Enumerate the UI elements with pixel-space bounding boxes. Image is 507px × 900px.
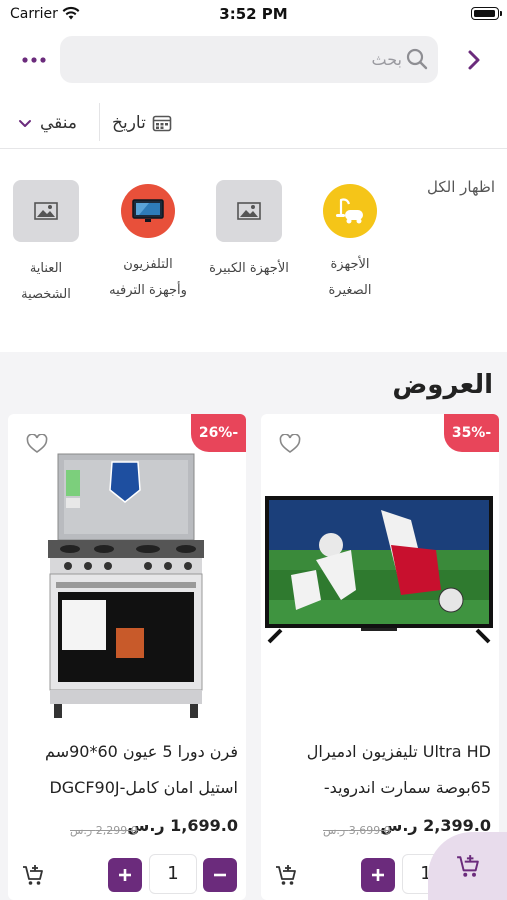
product-old-price: 2,299.0 ر.س: [70, 824, 138, 837]
category-large-appliances[interactable]: الأجهزة الكبيرة: [209, 180, 289, 282]
product-price: 1,699.0 ر.س: [127, 816, 238, 835]
header-divider: [0, 148, 507, 149]
product-image-oven: [48, 453, 204, 718]
sort-dropdown[interactable]: منقي: [18, 110, 77, 136]
product-name: Ultra HD تليفزيون ادميرال 65بوصة سمارت ا…: [306, 742, 491, 797]
plus-icon: [119, 869, 131, 881]
increase-quantity-button[interactable]: [108, 858, 142, 892]
chevron-right-icon: [468, 50, 480, 70]
battery-icon: [471, 7, 502, 20]
offers-title: العروض: [392, 370, 493, 400]
category-label: الأجهزة الصغيرة: [328, 257, 372, 298]
chevron-down-icon: [19, 119, 31, 127]
image-placeholder-icon: [216, 180, 282, 242]
product-old-price: 3,699.0 ر.س: [323, 824, 391, 837]
product-name: فرن دورا 5 عيون 60*90سم استيل امان كامل-…: [45, 742, 238, 797]
tv-icon: [121, 184, 175, 238]
clock: 3:52 PM: [219, 5, 288, 23]
product-card[interactable]: 35%- Ultra HD تليفزيون ادميرال 65بوصة سم…: [261, 414, 499, 900]
date-filter-button[interactable]: تاريخ: [112, 110, 172, 136]
add-to-cart-icon[interactable]: [275, 864, 297, 890]
filter-divider: [99, 103, 100, 141]
vacuum-cleaner-icon: [323, 184, 377, 238]
discount-badge: 26%-: [191, 414, 246, 452]
minus-icon: [214, 873, 226, 877]
search-icon: [406, 48, 428, 74]
product-card[interactable]: 26%- فرن دورا 5 عيون 60*90سم استيل امان …: [8, 414, 246, 900]
back-button[interactable]: [460, 46, 488, 74]
search-input[interactable]: بحث: [60, 36, 438, 83]
more-options-button[interactable]: [20, 48, 48, 72]
category-tv-entertainment[interactable]: التلفزيون وأجهزة الترفيه: [108, 180, 188, 304]
date-filter-label: تاريخ: [112, 113, 146, 133]
plus-icon: [372, 869, 384, 881]
status-bar: Carrier 3:52 PM: [0, 0, 507, 28]
category-personal-care[interactable]: العناية الشخصية: [6, 180, 86, 308]
category-small-appliances[interactable]: الأجهزة الصغيرة: [310, 180, 390, 304]
quantity-input[interactable]: 1: [149, 854, 197, 894]
more-dots-icon: [22, 57, 46, 63]
show-all-link[interactable]: اظهار الكل: [427, 178, 495, 196]
category-label: العناية الشخصية: [21, 261, 71, 302]
category-label: الأجهزة الكبيرة: [209, 261, 289, 276]
category-label: التلفزيون وأجهزة الترفيه: [109, 257, 187, 298]
calendar-icon: [152, 115, 172, 132]
search-placeholder: بحث: [371, 50, 403, 69]
add-to-cart-icon[interactable]: [22, 864, 44, 890]
product-image-tv: [265, 496, 493, 644]
cart-icon: [456, 855, 479, 877]
increase-quantity-button[interactable]: [361, 858, 395, 892]
decrease-quantity-button[interactable]: [203, 858, 237, 892]
discount-badge: 35%-: [444, 414, 499, 452]
image-placeholder-icon: [13, 180, 79, 242]
sort-label: منقي: [40, 113, 78, 133]
